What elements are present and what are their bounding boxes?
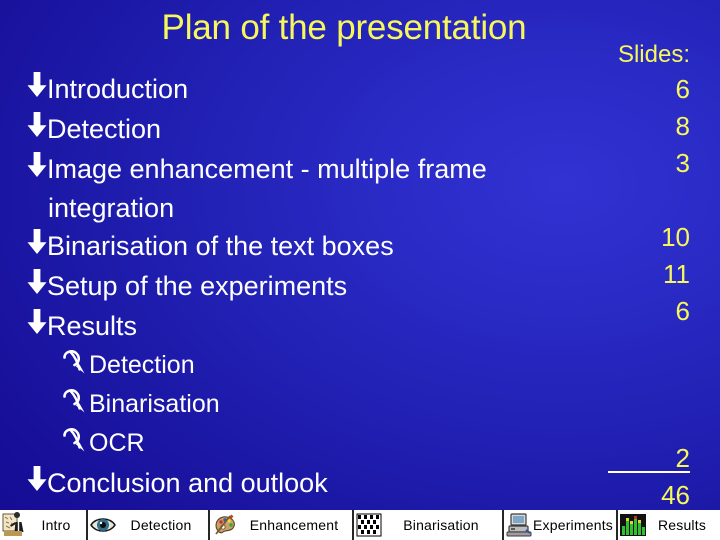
eye-icon [90,512,116,538]
outline-subitem-label: Detection [89,351,195,379]
outline-item-label: Conclusion and outlook [47,468,328,498]
outline-list: Introduction Detection Image enhancement… [26,70,586,504]
nav-label: Experiments [532,517,613,533]
down-arrow-bullet-icon [26,70,48,110]
outline-item-conclusion: Conclusion and outlook [26,464,586,504]
bottom-navigation-bar: Intro Detection Enhancement Binarisation… [0,510,720,540]
outline-item-label: Image enhancement - multiple frame [47,154,487,184]
slide-count-introduction: 6 [675,74,690,104]
nav-button-results[interactable]: Results [618,510,720,540]
curved-arrow-bullet-icon [62,387,88,425]
outline-item-label: Detection [47,114,162,144]
page-title: Plan of the presentation [161,8,527,47]
outline-item-introduction: Introduction [26,70,586,110]
down-arrow-bullet-icon [26,110,48,150]
nav-button-experiments[interactable]: Experiments [504,510,618,540]
sum-divider-line [608,471,690,473]
slide-count-detection: 8 [675,111,690,141]
nav-button-enhancement[interactable]: Enhancement [210,510,354,540]
outline-item-label: Introduction [47,74,189,104]
nav-label: Results [657,517,707,533]
outline-item-label: Binarisation of the text boxes [47,231,394,261]
outline-subitem-label: OCR [89,429,145,457]
outline-item-results: Results [26,307,586,347]
slide-count-enhancement: 3 [675,148,690,178]
slides-column-header: Slides: [617,41,690,68]
down-arrow-bullet-icon [26,227,48,267]
nav-button-intro[interactable]: Intro [0,510,88,540]
slide-count-total: 46 [661,480,690,510]
outline-item-setup: Setup of the experiments [26,267,586,307]
artist-palette-icon [212,512,238,538]
nav-label: Binarisation [403,517,479,533]
curved-arrow-bullet-icon [62,348,88,386]
slide-count-results: 6 [675,296,690,326]
computer-workstation-icon [506,512,532,538]
outline-item-label: Setup of the experiments [47,271,348,301]
slide-count-setup: 11 [663,259,690,289]
outline-item-detection: Detection [26,110,586,150]
nav-label: Enhancement [249,517,339,533]
nav-label: Detection [130,517,192,533]
nav-button-binarisation[interactable]: Binarisation [354,510,504,540]
down-arrow-bullet-icon [26,464,48,504]
down-arrow-bullet-icon [26,267,48,307]
nav-button-detection[interactable]: Detection [88,510,210,540]
bar-chart-equalizer-icon [620,512,646,538]
nav-label: Intro [41,517,71,533]
curved-arrow-bullet-icon [62,426,88,464]
outline-item-image-enhancement-continued: integration [26,190,586,227]
presenter-flipchart-icon [2,512,28,538]
presentation-slide: Plan of the presentation Slides: 6 8 3 1… [0,0,720,540]
slide-count-conclusion: 2 [675,443,690,473]
outline-subitem-detection: Detection [26,347,586,386]
outline-item-image-enhancement: Image enhancement - multiple frame [26,150,586,190]
outline-item-binarisation: Binarisation of the text boxes [26,227,586,267]
outline-item-label: integration [48,193,175,223]
down-arrow-bullet-icon [26,307,48,347]
outline-subitem-label: Binarisation [89,390,220,418]
outline-item-label: Results [47,311,138,341]
down-arrow-bullet-icon [26,150,48,190]
slide-count-binarisation: 10 [661,222,690,252]
outline-subitem-ocr: OCR [26,425,586,464]
outline-subitem-binarisation: Binarisation [26,386,586,425]
binary-grid-icon [356,512,382,538]
